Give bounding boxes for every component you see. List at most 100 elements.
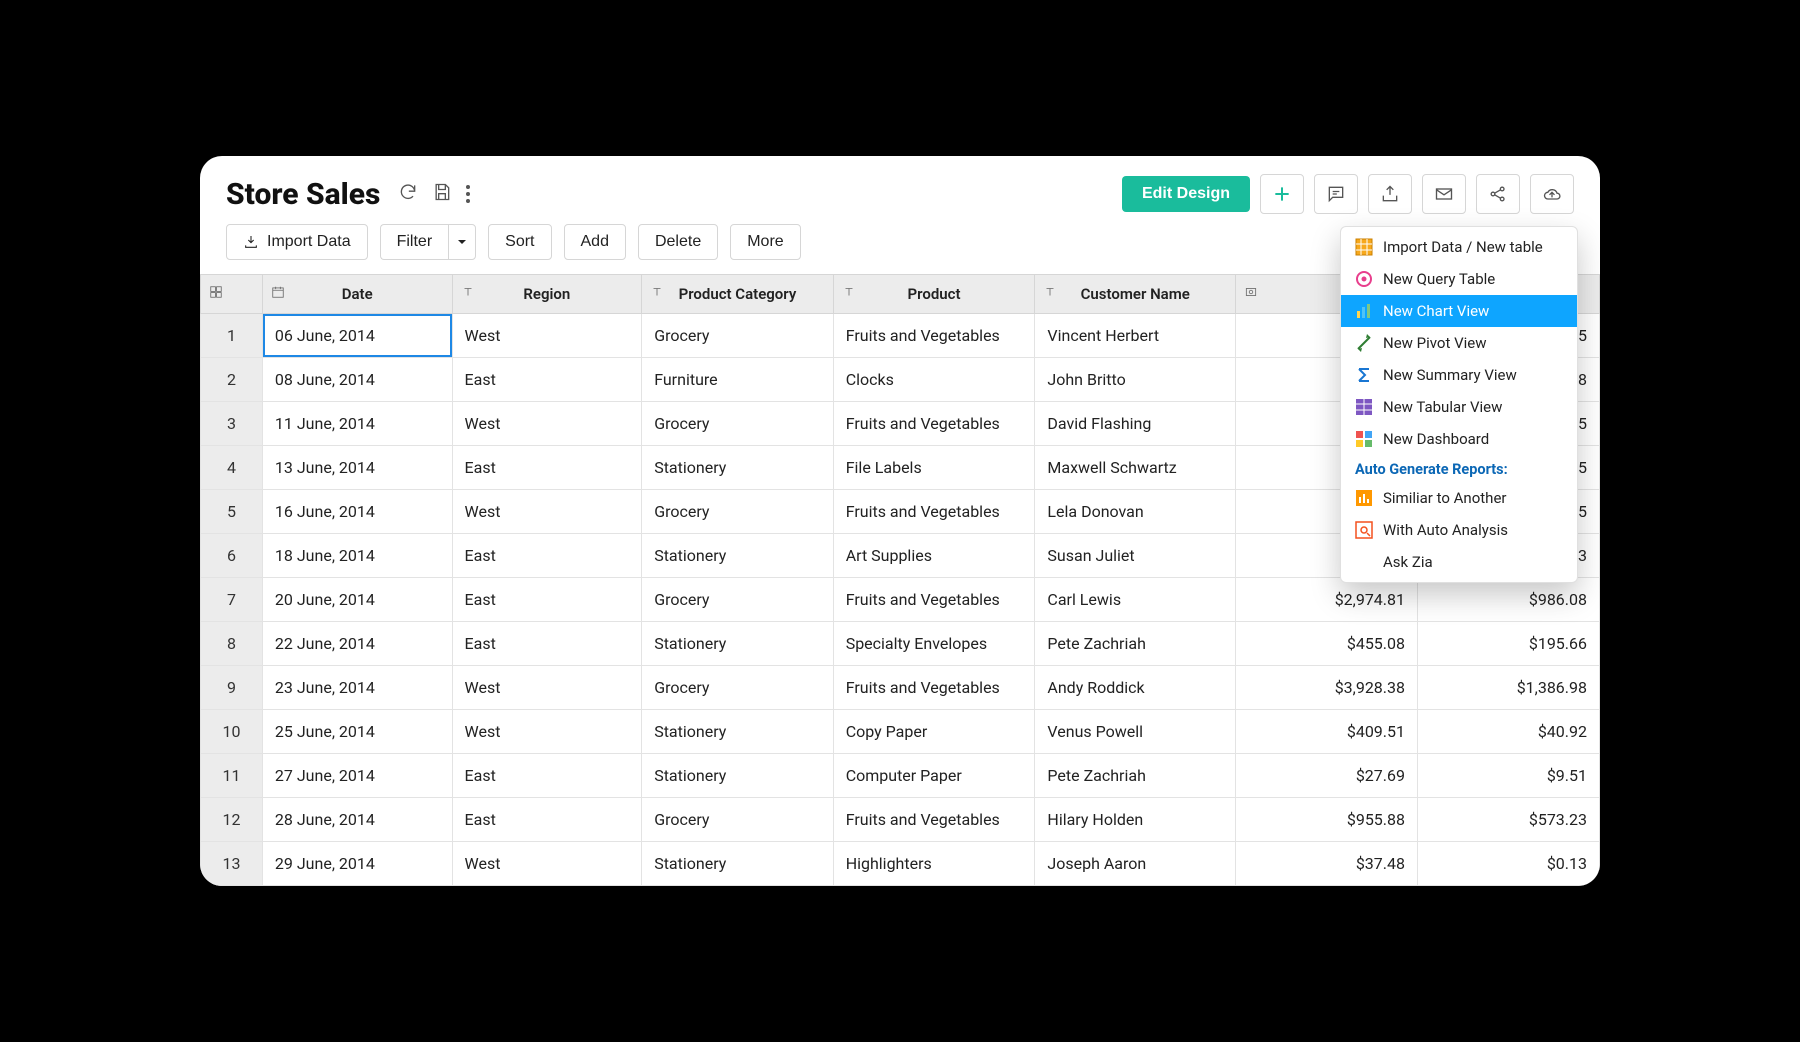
cell-sales[interactable]: $27.69 xyxy=(1236,754,1418,798)
cell-region[interactable]: West xyxy=(452,710,642,754)
col-region[interactable]: Region xyxy=(452,275,642,314)
cell-cost[interactable]: $9.51 xyxy=(1418,754,1600,798)
mail-icon[interactable] xyxy=(1422,174,1466,214)
cell-product[interactable]: Fruits and Vegetables xyxy=(833,402,1035,446)
cell-customer[interactable]: David Flashing xyxy=(1035,402,1236,446)
cloud-icon[interactable] xyxy=(1530,174,1574,214)
cell-category[interactable]: Stationery xyxy=(642,754,834,798)
cell-sales[interactable]: $409.51 xyxy=(1236,710,1418,754)
table-row[interactable]: 822 June, 2014EastStationerySpecialty En… xyxy=(201,622,1600,666)
filter-button[interactable]: Filter xyxy=(380,224,449,260)
cell-product[interactable]: Fruits and Vegetables xyxy=(833,490,1035,534)
cell-category[interactable]: Grocery xyxy=(642,578,834,622)
cell-category[interactable]: Grocery xyxy=(642,798,834,842)
cell-customer[interactable]: Lela Donovan xyxy=(1035,490,1236,534)
cell-region[interactable]: East xyxy=(452,534,642,578)
cell-customer[interactable]: Pete Zachriah xyxy=(1035,622,1236,666)
import-data-button[interactable]: Import Data xyxy=(226,224,368,260)
cell-date[interactable]: 28 June, 2014 xyxy=(262,798,452,842)
cell-category[interactable]: Stationery xyxy=(642,534,834,578)
cell-customer[interactable]: Pete Zachriah xyxy=(1035,754,1236,798)
dd-new-tabular[interactable]: New Tabular View xyxy=(1341,391,1577,423)
cell-customer[interactable]: Carl Lewis xyxy=(1035,578,1236,622)
dd-similar[interactable]: Similiar to Another xyxy=(1341,482,1577,514)
save-icon[interactable] xyxy=(432,182,452,206)
cell-customer[interactable]: Joseph Aaron xyxy=(1035,842,1236,886)
cell-sales[interactable]: $37.48 xyxy=(1236,842,1418,886)
cell-product[interactable]: Fruits and Vegetables xyxy=(833,666,1035,710)
cell-product[interactable]: Art Supplies xyxy=(833,534,1035,578)
dd-ask-zia[interactable]: Ask Zia xyxy=(1341,546,1577,578)
cell-customer[interactable]: Venus Powell xyxy=(1035,710,1236,754)
cell-cost[interactable]: $0.13 xyxy=(1418,842,1600,886)
cell-category[interactable]: Grocery xyxy=(642,490,834,534)
col-customer[interactable]: Customer Name xyxy=(1035,275,1236,314)
cell-region[interactable]: West xyxy=(452,402,642,446)
cell-sales[interactable]: $3,928.38 xyxy=(1236,666,1418,710)
table-row[interactable]: 720 June, 2014EastGroceryFruits and Vege… xyxy=(201,578,1600,622)
cell-region[interactable]: West xyxy=(452,314,642,358)
cell-date[interactable]: 06 June, 2014 xyxy=(262,314,452,358)
share-icon[interactable] xyxy=(1476,174,1520,214)
table-row[interactable]: 1329 June, 2014WestStationeryHighlighter… xyxy=(201,842,1600,886)
cell-product[interactable]: Fruits and Vegetables xyxy=(833,798,1035,842)
cell-customer[interactable]: John Britto xyxy=(1035,358,1236,402)
filter-caret[interactable] xyxy=(448,224,476,260)
cell-customer[interactable]: Andy Roddick xyxy=(1035,666,1236,710)
col-date[interactable]: Date xyxy=(262,275,452,314)
col-category[interactable]: Product Category xyxy=(642,275,834,314)
cell-product[interactable]: Fruits and Vegetables xyxy=(833,578,1035,622)
table-row[interactable]: 923 June, 2014WestGroceryFruits and Vege… xyxy=(201,666,1600,710)
cell-product[interactable]: Copy Paper xyxy=(833,710,1035,754)
cell-region[interactable]: East xyxy=(452,622,642,666)
cell-region[interactable]: West xyxy=(452,490,642,534)
dd-new-summary[interactable]: New Summary View xyxy=(1341,359,1577,391)
cell-category[interactable]: Stationery xyxy=(642,446,834,490)
comment-icon[interactable] xyxy=(1314,174,1358,214)
dd-auto-analysis[interactable]: With Auto Analysis xyxy=(1341,514,1577,546)
cell-product[interactable]: Specialty Envelopes xyxy=(833,622,1035,666)
table-row[interactable]: 1228 June, 2014EastGroceryFruits and Veg… xyxy=(201,798,1600,842)
cell-product[interactable]: Highlighters xyxy=(833,842,1035,886)
add-row-button[interactable]: Add xyxy=(564,224,626,260)
cell-date[interactable]: 11 June, 2014 xyxy=(262,402,452,446)
cell-date[interactable]: 23 June, 2014 xyxy=(262,666,452,710)
cell-cost[interactable]: $986.08 xyxy=(1418,578,1600,622)
cell-date[interactable]: 13 June, 2014 xyxy=(262,446,452,490)
cell-cost[interactable]: $40.92 xyxy=(1418,710,1600,754)
delete-button[interactable]: Delete xyxy=(638,224,718,260)
dd-new-dashboard[interactable]: New Dashboard xyxy=(1341,423,1577,455)
cell-product[interactable]: Clocks xyxy=(833,358,1035,402)
cell-sales[interactable]: $455.08 xyxy=(1236,622,1418,666)
cell-date[interactable]: 20 June, 2014 xyxy=(262,578,452,622)
cell-product[interactable]: File Labels xyxy=(833,446,1035,490)
cell-category[interactable]: Grocery xyxy=(642,314,834,358)
cell-cost[interactable]: $195.66 xyxy=(1418,622,1600,666)
cell-category[interactable]: Grocery xyxy=(642,402,834,446)
more-options-icon[interactable] xyxy=(466,185,470,203)
cell-customer[interactable]: Hilary Holden xyxy=(1035,798,1236,842)
cell-product[interactable]: Computer Paper xyxy=(833,754,1035,798)
cell-region[interactable]: East xyxy=(452,446,642,490)
cell-customer[interactable]: Susan Juliet xyxy=(1035,534,1236,578)
dd-new-chart[interactable]: New Chart View xyxy=(1341,295,1577,327)
table-row[interactable]: 1127 June, 2014EastStationeryComputer Pa… xyxy=(201,754,1600,798)
cell-category[interactable]: Grocery xyxy=(642,666,834,710)
refresh-icon[interactable] xyxy=(398,182,418,206)
add-button[interactable] xyxy=(1260,174,1304,214)
edit-design-button[interactable]: Edit Design xyxy=(1122,176,1250,212)
cell-date[interactable]: 25 June, 2014 xyxy=(262,710,452,754)
cell-sales[interactable]: $955.88 xyxy=(1236,798,1418,842)
dd-import-data[interactable]: Import Data / New table xyxy=(1341,231,1577,263)
cell-region[interactable]: East xyxy=(452,798,642,842)
dd-new-query[interactable]: New Query Table xyxy=(1341,263,1577,295)
cell-date[interactable]: 29 June, 2014 xyxy=(262,842,452,886)
cell-date[interactable]: 16 June, 2014 xyxy=(262,490,452,534)
sort-button[interactable]: Sort xyxy=(488,224,551,260)
cell-category[interactable]: Stationery xyxy=(642,710,834,754)
cell-region[interactable]: West xyxy=(452,666,642,710)
dd-new-pivot[interactable]: New Pivot View xyxy=(1341,327,1577,359)
cell-date[interactable]: 08 June, 2014 xyxy=(262,358,452,402)
cell-category[interactable]: Furniture xyxy=(642,358,834,402)
export-icon[interactable] xyxy=(1368,174,1412,214)
